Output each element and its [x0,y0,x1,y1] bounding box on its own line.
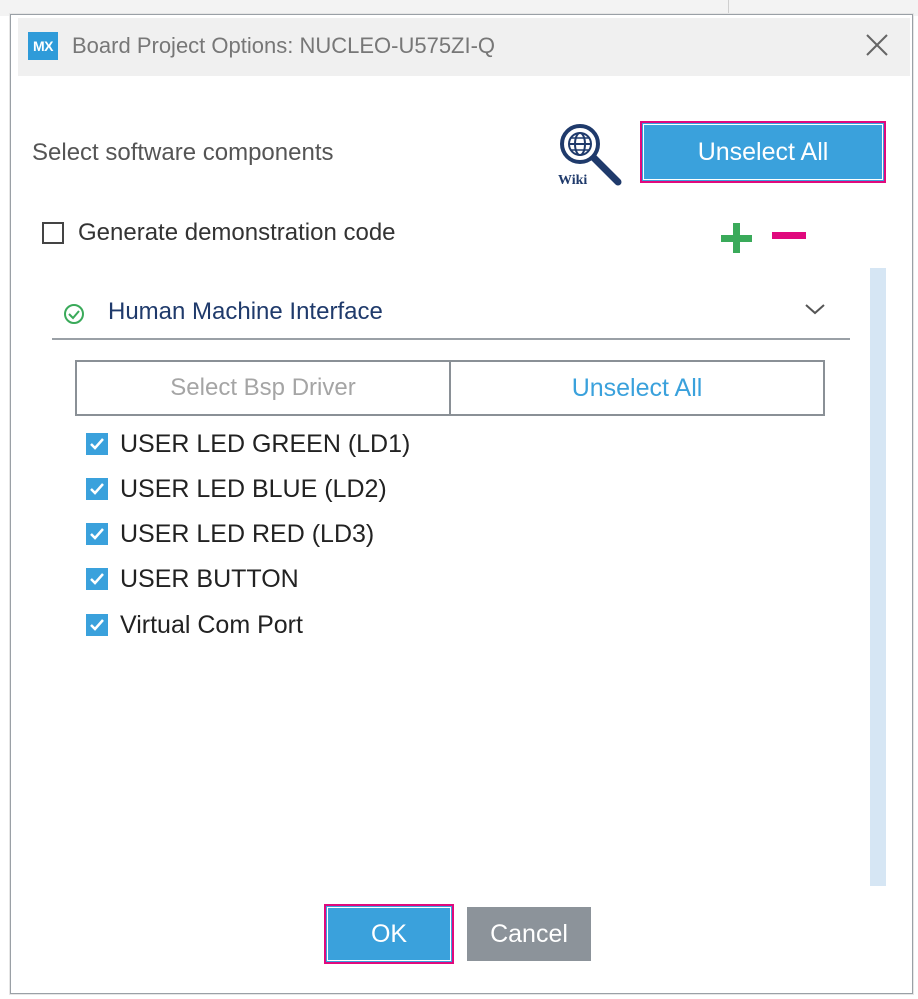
mx-logo-icon: MX [28,32,58,60]
accordion-title: Human Machine Interface [108,298,383,325]
driver-label: USER LED RED (LD3) [120,519,375,548]
bsp-driver-button-group: Select Bsp Driver Unselect All [75,360,825,416]
generate-demo-label: Generate demonstration code [78,219,396,246]
select-bsp-driver-button[interactable]: Select Bsp Driver [77,362,451,414]
driver-item-virtual-com-port[interactable]: Virtual Com Port [86,610,303,640]
driver-label: USER BUTTON [120,564,299,593]
driver-item-led-red[interactable]: USER LED RED (LD3) [86,519,374,549]
vertical-scrollbar[interactable] [870,268,886,886]
close-button[interactable] [862,30,892,60]
driver-label: USER LED BLUE (LD2) [120,474,387,503]
driver-item-led-green[interactable]: USER LED GREEN (LD1) [86,429,410,459]
cancel-button[interactable]: Cancel [467,907,591,961]
checkbox-checked-icon[interactable] [86,478,108,500]
checkbox-checked-icon[interactable] [86,568,108,590]
dialog-title: Board Project Options: NUCLEO-U575ZI-Q [72,33,496,58]
expand-all-button[interactable] [718,220,756,256]
chevron-down-icon[interactable] [802,298,828,320]
wiki-text: Wiki [558,173,587,188]
checkbox-checked-icon[interactable] [86,523,108,545]
driver-label: Virtual Com Port [120,610,303,639]
generate-demo-checkbox[interactable] [42,222,64,244]
driver-label: USER LED GREEN (LD1) [120,429,411,458]
collapse-all-button[interactable] [770,220,808,256]
wiki-search-icon[interactable]: Wiki [556,120,626,188]
unselect-all-button[interactable]: Unselect All [640,121,886,183]
check-circle-icon [62,302,86,326]
close-icon [866,34,888,56]
unselect-all-drivers-button[interactable]: Unselect All [451,362,823,414]
checkbox-checked-icon[interactable] [86,433,108,455]
driver-item-user-button[interactable]: USER BUTTON [86,564,299,594]
select-components-label: Select software components [32,139,334,166]
minus-icon [772,232,806,239]
ok-button[interactable]: OK [324,904,454,964]
plus-icon [721,223,752,253]
checkbox-checked-icon[interactable] [86,614,108,636]
driver-item-led-blue[interactable]: USER LED BLUE (LD2) [86,474,387,504]
